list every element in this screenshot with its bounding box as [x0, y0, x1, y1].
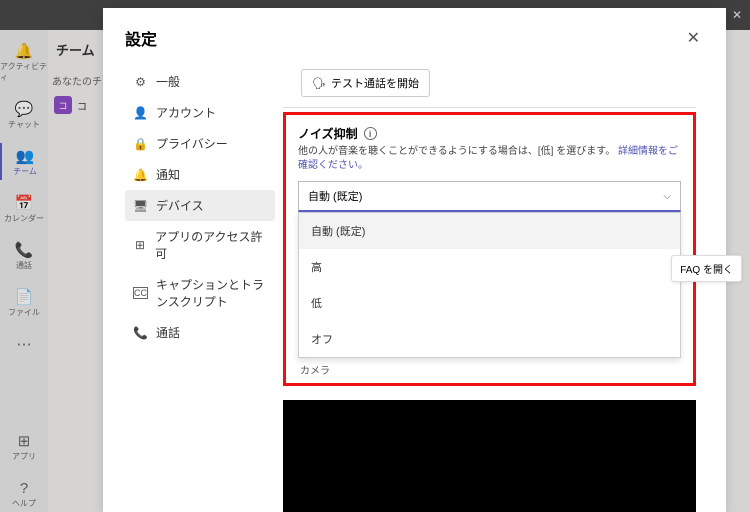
modal-title: 設定 [125, 26, 157, 50]
nav-devices[interactable]: 🖥デバイス [125, 190, 275, 221]
nav-general[interactable]: ⚙一般 [125, 66, 275, 97]
noise-suppression-select[interactable]: 自動 (既定) ⌵ [298, 181, 681, 212]
camera-section-cut: カメラ [298, 358, 681, 377]
highlight-noise-suppression: ノイズ抑制 i 他の人が音楽を聴くことができるようにする場合は、[低] を選びま… [283, 112, 696, 386]
nav-privacy[interactable]: 🔒プライバシー [125, 128, 275, 159]
close-window-icon[interactable]: ✕ [732, 8, 742, 22]
chevron-down-icon: ⌵ [663, 191, 671, 202]
nav-captions[interactable]: CCキャプションとトランスクリプト [125, 269, 275, 317]
device-icon: 🖥 [133, 199, 148, 213]
cc-icon: CC [133, 287, 148, 299]
nav-app-permissions[interactable]: ⊞アプリのアクセス許可 [125, 221, 275, 269]
info-icon[interactable]: i [364, 127, 377, 140]
noise-suppression-desc: 他の人が音楽を聴くことができるようにする場合は、[低] を選びます。 詳細情報を… [298, 145, 681, 173]
settings-nav: ⚙一般 👤アカウント 🔒プライバシー 🔔通知 🖥デバイス ⊞アプリのアクセス許可… [125, 66, 275, 512]
gear-icon: ⚙ [133, 75, 148, 89]
nav-calls[interactable]: 📞通話 [125, 317, 275, 348]
option-off[interactable]: オフ [299, 321, 680, 357]
option-low[interactable]: 低 [299, 285, 680, 321]
bell-icon: 🔔 [133, 168, 148, 182]
lock-icon: 🔒 [133, 137, 148, 151]
account-icon: 👤 [133, 106, 148, 120]
noise-suppression-dropdown: 自動 (既定) 高 低 オフ [298, 212, 681, 358]
test-call-button[interactable]: 🗣テスト通話を開始 [301, 69, 430, 97]
noise-suppression-title: ノイズ抑制 i [298, 125, 681, 142]
settings-modal: 設定 ✕ ⚙一般 👤アカウント 🔒プライバシー 🔔通知 🖥デバイス ⊞アプリのア… [103, 8, 726, 512]
option-auto[interactable]: 自動 (既定) [299, 213, 680, 249]
open-faq-button[interactable]: FAQ を開く [671, 255, 742, 282]
nav-notifications[interactable]: 🔔通知 [125, 159, 275, 190]
settings-content: 🗣テスト通話を開始 ノイズ抑制 i 他の人が音楽を聴くことができるようにする場合… [275, 66, 704, 512]
select-value: 自動 (既定) [308, 188, 362, 204]
phone-icon: 📞 [133, 326, 148, 340]
close-icon[interactable]: ✕ [683, 24, 704, 52]
nav-account[interactable]: 👤アカウント [125, 97, 275, 128]
person-voice-icon: 🗣 [312, 77, 326, 90]
apps-icon: ⊞ [133, 238, 147, 252]
camera-preview: プレビュー [283, 400, 696, 512]
divider [283, 107, 696, 108]
option-high[interactable]: 高 [299, 249, 680, 285]
